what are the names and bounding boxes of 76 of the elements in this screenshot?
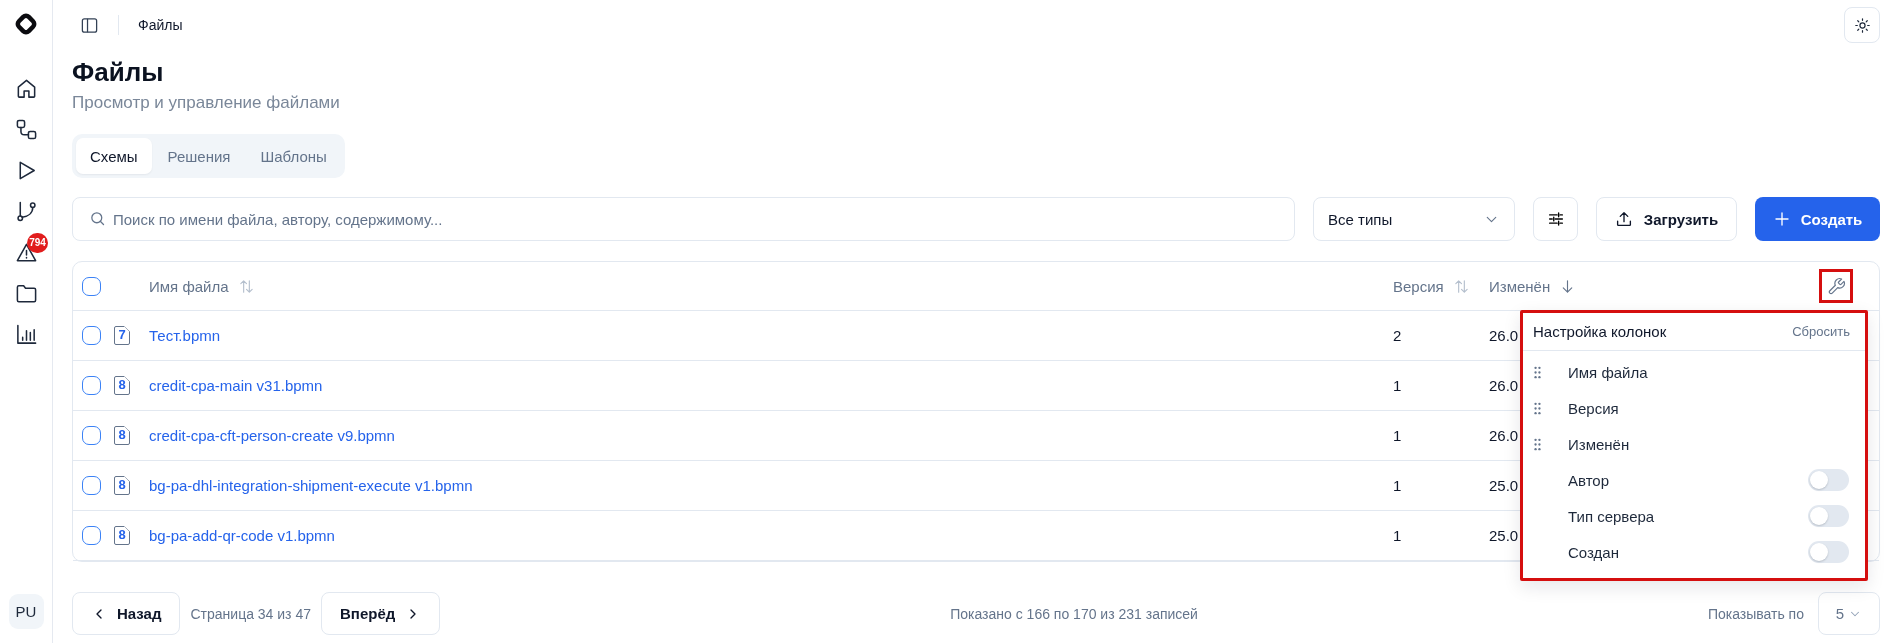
breadcrumb-text: Файлы	[138, 17, 183, 33]
column-settings-button[interactable]	[1819, 269, 1853, 303]
tab[interactable]: Схемы	[76, 138, 152, 174]
page-subtitle: Просмотр и управление файлами	[72, 92, 341, 114]
sun-icon	[1853, 16, 1871, 34]
user-avatar[interactable]: PU	[8, 594, 44, 629]
checkbox[interactable]	[82, 326, 101, 345]
panel-title: Настройка колонок	[1533, 323, 1667, 340]
tab[interactable]: Решения	[153, 138, 245, 174]
table-cell: 26.0	[1489, 427, 1519, 444]
tab[interactable]: Шаблоны	[246, 138, 341, 174]
page-title: Файлы	[72, 56, 165, 88]
toggle-switch[interactable]	[1808, 505, 1849, 527]
checkbox[interactable]	[82, 276, 101, 296]
column-header[interactable]: Версия	[1393, 277, 1444, 295]
column-option-label: Создан	[1568, 543, 1620, 561]
table-cell: 1	[1393, 377, 1402, 394]
checkbox[interactable]	[82, 526, 101, 545]
toggle-switch[interactable]	[1808, 541, 1849, 563]
column-header[interactable]: Изменён	[1489, 277, 1551, 295]
column-option-label: Версия	[1568, 399, 1620, 417]
bar-chart-icon[interactable]	[14, 323, 38, 346]
search-icon	[89, 210, 106, 227]
count-badge: 794	[27, 233, 48, 253]
wrench-icon	[1826, 276, 1846, 296]
previous-page-button[interactable]: Назад	[72, 592, 181, 635]
table-cell: 25.0	[1489, 477, 1519, 494]
file-link[interactable]: Тест.bpmn	[149, 327, 221, 344]
document-badge: 8	[114, 476, 130, 495]
type-filter-select[interactable]: Все типы	[1313, 197, 1515, 241]
file-link[interactable]: credit-cpa-main v31.bpmn	[149, 377, 323, 394]
file-link[interactable]: credit-cpa-cft-person-create v9.bpmn	[149, 427, 395, 444]
search-field[interactable]: Поиск по имени файла, автору, содержимому...	[72, 197, 1295, 241]
drag-handle-icon[interactable]	[1534, 365, 1541, 379]
checkbox[interactable]	[82, 426, 101, 445]
drag-handle-icon[interactable]	[1534, 401, 1541, 415]
toggle-switch[interactable]	[1808, 469, 1849, 491]
reset-link[interactable]: Сбросить	[1792, 324, 1850, 339]
records-summary: Показано с 166 по 170 из 231 записей	[950, 605, 1198, 622]
filter-settings-button[interactable]	[1533, 197, 1578, 241]
column-option-label: Автор	[1568, 471, 1611, 489]
page-indicator: Страница 34 из 47	[190, 605, 311, 622]
branch-icon[interactable]	[14, 200, 38, 223]
document-badge: 8	[114, 376, 130, 395]
file-link[interactable]: bg-pa-add-qr-code v1.bpmn	[149, 527, 335, 544]
flow-diagram-icon[interactable]	[14, 118, 38, 141]
column-header[interactable]: Имя файла	[149, 277, 229, 295]
table-cell: 1	[1393, 427, 1402, 444]
page-size-label: Показывать по	[1707, 605, 1804, 622]
table-cell: 2	[1393, 327, 1402, 344]
checkbox[interactable]	[82, 476, 101, 495]
page-size-select[interactable]: 5	[1818, 592, 1880, 635]
table-cell: 26.0	[1489, 377, 1519, 394]
file-link[interactable]: bg-pa-dhl-integration-shipment-execute v1.bpmn	[149, 477, 473, 494]
column-option-label: Изменён	[1568, 435, 1631, 453]
upload-button[interactable]: Загрузить	[1596, 197, 1737, 241]
create-button[interactable]: Создать	[1755, 197, 1880, 241]
document-badge: 8	[114, 526, 130, 545]
theme-toggle-button[interactable]	[1844, 7, 1880, 43]
checkbox[interactable]	[82, 376, 101, 395]
document-badge: 7	[114, 326, 130, 345]
table-cell: 25.0	[1489, 527, 1519, 544]
sliders-icon	[1546, 210, 1565, 228]
table-cell: 1	[1393, 527, 1402, 544]
document-badge: 8	[114, 426, 130, 445]
logo-icon[interactable]	[13, 11, 39, 37]
column-option-label: Имя файла	[1568, 363, 1649, 381]
plus-icon	[1772, 210, 1791, 228]
column-option-label: Тип сервера	[1568, 507, 1656, 525]
folder-icon[interactable]	[14, 282, 38, 305]
upload-icon	[1614, 210, 1633, 228]
drag-handle-icon[interactable]	[1534, 437, 1541, 451]
sidebar-toggle-icon[interactable]	[80, 15, 99, 35]
next-page-button[interactable]: Вперёд	[321, 592, 441, 635]
table-cell: 1	[1393, 477, 1402, 494]
table-cell: 26.0	[1489, 327, 1519, 344]
